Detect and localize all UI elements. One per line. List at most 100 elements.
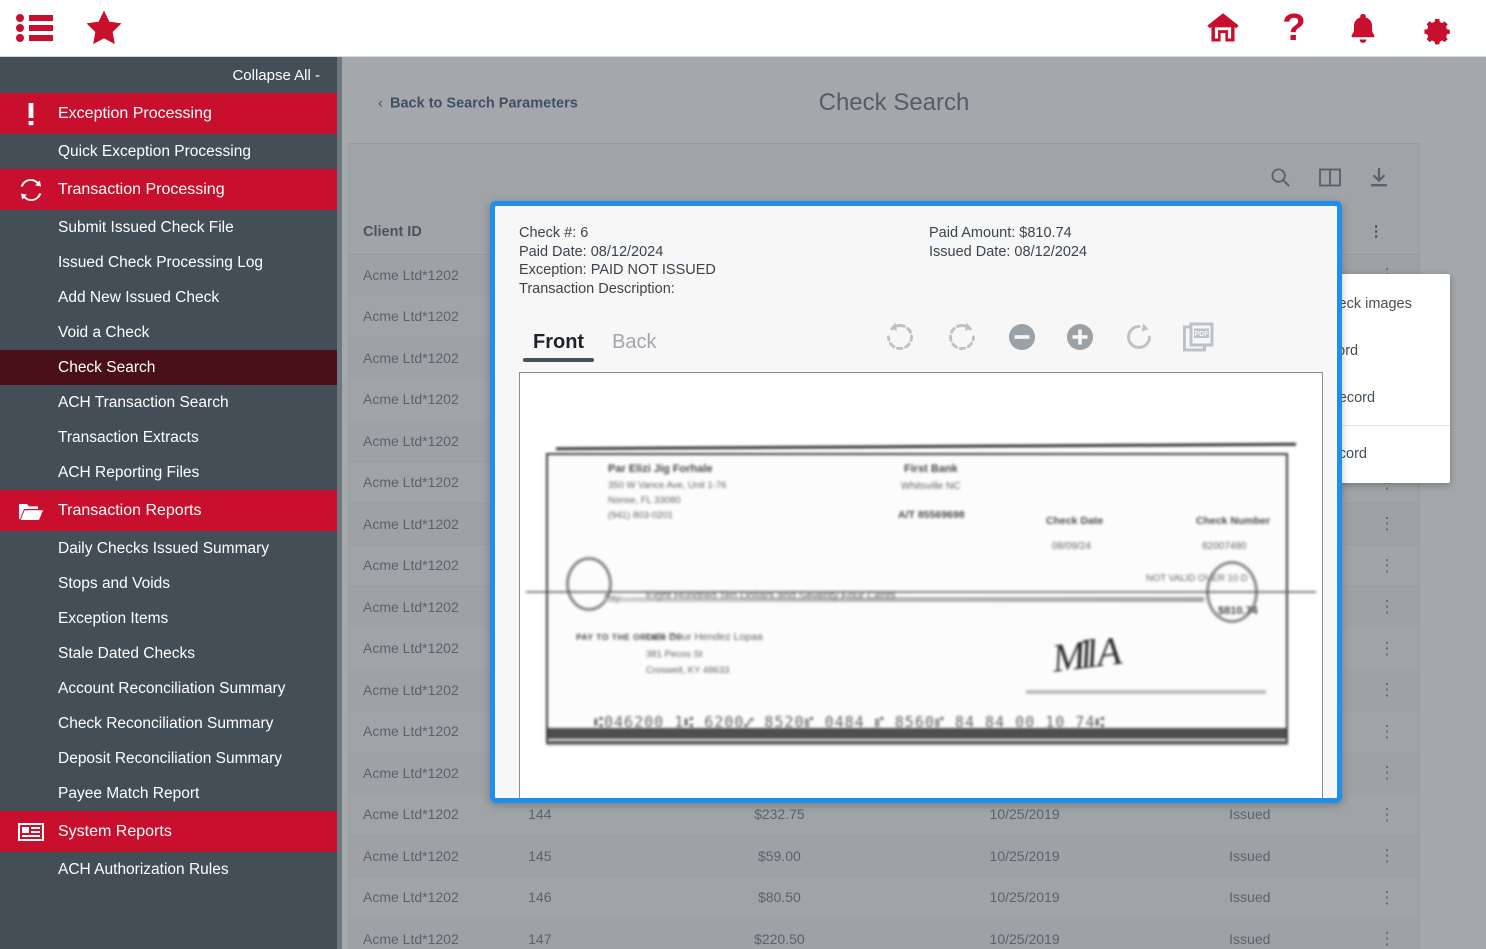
cell-status: Issued xyxy=(1144,835,1355,877)
row-actions-cell[interactable]: ⋮ xyxy=(1354,710,1419,753)
tab-back[interactable]: Back xyxy=(598,331,670,362)
sidebar-item-ach-transaction-search[interactable]: ACH Transaction Search xyxy=(0,385,342,420)
check-image-frame[interactable]: Par Elizi Jig Forhale 350 W Vance Ave, U… xyxy=(519,372,1323,798)
check-date-label: Check Date xyxy=(1046,515,1104,528)
sidebar-group-transaction-reports[interactable]: Transaction Reports xyxy=(0,490,342,531)
sidebar-item-deposit-reconciliation-summary[interactable]: Deposit Reconciliation Summary xyxy=(0,741,342,776)
check-bank-city: Whitsville NC xyxy=(901,481,961,493)
sidebar-item-exception-items[interactable]: Exception Items xyxy=(0,601,342,636)
svg-text:?: ? xyxy=(1282,10,1305,46)
tab-front[interactable]: Front xyxy=(519,331,598,363)
metadata-left-column: Check #: 6 Paid Date: 08/12/2024 Excepti… xyxy=(519,224,929,298)
sidebar-group-exception-processing[interactable]: Exception Processing xyxy=(0,93,342,134)
table-row[interactable]: Acme Ltd*1202 145 $59.00 10/25/2019 Issued ⋮ xyxy=(349,835,1419,877)
cell-status: Issued xyxy=(1144,876,1355,919)
sidebar-item-ach-authorization-rules[interactable]: ACH Authorization Rules xyxy=(0,852,342,887)
row-kebab-menu-icon[interactable]: ⋮ xyxy=(1378,889,1395,906)
row-actions-cell[interactable]: ⋮ xyxy=(1354,503,1419,545)
sidebar-item-daily-checks-issued-summary[interactable]: Daily Checks Issued Summary xyxy=(0,531,342,566)
row-kebab-menu-icon[interactable]: ⋮ xyxy=(1378,598,1395,615)
row-kebab-menu-icon[interactable]: ⋮ xyxy=(1378,557,1395,574)
modal-body: Check #: 6 Paid Date: 08/12/2024 Excepti… xyxy=(495,206,1337,798)
row-actions-cell[interactable]: ⋮ xyxy=(1354,627,1419,670)
home-icon[interactable] xyxy=(1204,10,1242,46)
check-payee-name: Lula Dour Hendez Lopaa xyxy=(646,631,763,644)
newspaper-icon xyxy=(14,822,48,842)
columns-icon[interactable] xyxy=(1319,168,1341,187)
table-row[interactable]: Acme Ltd*1202 146 $80.50 10/25/2019 Issued ⋮ xyxy=(349,876,1419,919)
row-actions-cell[interactable]: ⋮ xyxy=(1354,586,1419,628)
row-actions-cell[interactable]: ⋮ xyxy=(1354,752,1419,794)
row-kebab-menu-icon[interactable]: ⋮ xyxy=(1378,640,1395,657)
top-bar: ? xyxy=(0,0,1486,57)
download-icon[interactable] xyxy=(1369,167,1389,188)
row-kebab-menu-icon[interactable]: ⋮ xyxy=(1378,764,1395,781)
question-mark-icon[interactable]: ? xyxy=(1280,10,1308,46)
sidebar-item-stale-dated-checks[interactable]: Stale Dated Checks xyxy=(0,636,342,671)
sidebar-group-transaction-processing[interactable]: Transaction Processing xyxy=(0,169,342,210)
sidebar-item-payee-match-report[interactable]: Payee Match Report xyxy=(0,776,342,811)
row-actions-cell[interactable]: ⋮ xyxy=(1354,876,1419,919)
sidebar-group-system-reports[interactable]: System Reports xyxy=(0,811,342,852)
sidebar-item-transaction-extracts[interactable]: Transaction Extracts xyxy=(0,420,342,455)
sidebar-scrollbar[interactable] xyxy=(337,57,342,949)
exclamation-icon xyxy=(14,102,48,126)
page-header: ‹ Back to Search Parameters Check Search xyxy=(342,57,1486,142)
reset-rotation-icon[interactable] xyxy=(1123,321,1155,353)
cell-client-id: Acme Ltd*1202 xyxy=(349,835,515,877)
row-kebab-menu-icon[interactable]: ⋮ xyxy=(1378,723,1395,740)
folder-open-icon xyxy=(14,501,48,521)
cell-issued-date: 10/25/2019 xyxy=(904,876,1145,919)
svg-text:PDF: PDF xyxy=(1195,331,1210,338)
gear-icon[interactable] xyxy=(1418,10,1454,46)
sidebar-item-submit-issued-check-file[interactable]: Submit Issued Check File xyxy=(0,210,342,245)
check-middle-rule xyxy=(526,591,1316,594)
collapse-all-toggle[interactable]: Collapse All - xyxy=(0,57,342,93)
row-kebab-menu-icon[interactable]: ⋮ xyxy=(1378,681,1395,698)
cell-client-id: Acme Ltd*1202 xyxy=(349,876,515,919)
page-title: Check Search xyxy=(818,89,970,116)
check-routing-number: A/T 85569698 xyxy=(898,509,965,522)
sidebar-item-check-reconciliation-summary[interactable]: Check Reconciliation Summary xyxy=(0,706,342,741)
top-bar-left xyxy=(0,8,125,48)
check-amount-underline xyxy=(604,597,1204,603)
sidebar-item-issued-check-processing-log[interactable]: Issued Check Processing Log xyxy=(0,245,342,280)
row-kebab-menu-icon[interactable]: ⋮ xyxy=(1378,806,1395,823)
sidebar-item-quick-exception-processing[interactable]: Quick Exception Processing xyxy=(0,134,342,169)
check-amount-box: $810.74 xyxy=(1218,605,1258,618)
sidebar-item-stops-and-voids[interactable]: Stops and Voids xyxy=(0,566,342,601)
row-kebab-menu-icon[interactable]: ⋮ xyxy=(1378,847,1395,864)
cell-amount: $80.50 xyxy=(654,876,905,919)
row-actions-cell[interactable]: ⋮ xyxy=(1354,793,1419,836)
check-number-label: Check Number xyxy=(1196,515,1271,528)
search-icon[interactable] xyxy=(1270,167,1291,188)
cell-issued-date: 10/25/2019 xyxy=(904,835,1145,877)
cell-amount: $59.00 xyxy=(654,835,905,877)
cell-check-number: 147 xyxy=(514,918,655,949)
sidebar-item-check-search[interactable]: Check Search xyxy=(0,350,342,385)
star-icon[interactable] xyxy=(83,8,125,48)
table-row[interactable]: Acme Ltd*1202 147 $220.50 10/25/2019 Issued ⋮ xyxy=(349,918,1419,949)
zoom-out-icon[interactable] xyxy=(1007,322,1037,352)
check-date-value: 08/09/24 xyxy=(1052,541,1091,553)
rotate-right-icon[interactable] xyxy=(945,320,979,354)
cell-amount: $220.50 xyxy=(654,918,905,949)
row-kebab-menu-icon[interactable]: ⋮ xyxy=(1378,930,1395,947)
sidebar-item-account-reconciliation-summary[interactable]: Account Reconciliation Summary xyxy=(0,671,342,706)
row-actions-cell[interactable]: ⋮ xyxy=(1354,835,1419,877)
zoom-in-icon[interactable] xyxy=(1065,322,1095,352)
sidebar-item-void-a-check[interactable]: Void a Check xyxy=(0,315,342,350)
bell-icon[interactable] xyxy=(1346,10,1380,46)
row-actions-cell[interactable]: ⋮ xyxy=(1354,544,1419,587)
pdf-export-icon[interactable]: PDF xyxy=(1183,322,1214,353)
row-actions-cell[interactable]: ⋮ xyxy=(1354,918,1419,949)
row-kebab-menu-icon[interactable]: ⋮ xyxy=(1378,515,1395,532)
sidebar-item-ach-reporting-files[interactable]: ACH Reporting Files xyxy=(0,455,342,490)
rotate-left-icon[interactable] xyxy=(883,320,917,354)
sidebar-item-add-new-issued-check[interactable]: Add New Issued Check xyxy=(0,280,342,315)
top-bar-right: ? xyxy=(1204,10,1486,46)
cell-status: Issued xyxy=(1144,918,1355,949)
sidebar: Collapse All - Exception Processing Quic… xyxy=(0,57,342,949)
list-menu-icon[interactable] xyxy=(16,13,53,43)
row-actions-cell[interactable]: ⋮ xyxy=(1354,669,1419,711)
